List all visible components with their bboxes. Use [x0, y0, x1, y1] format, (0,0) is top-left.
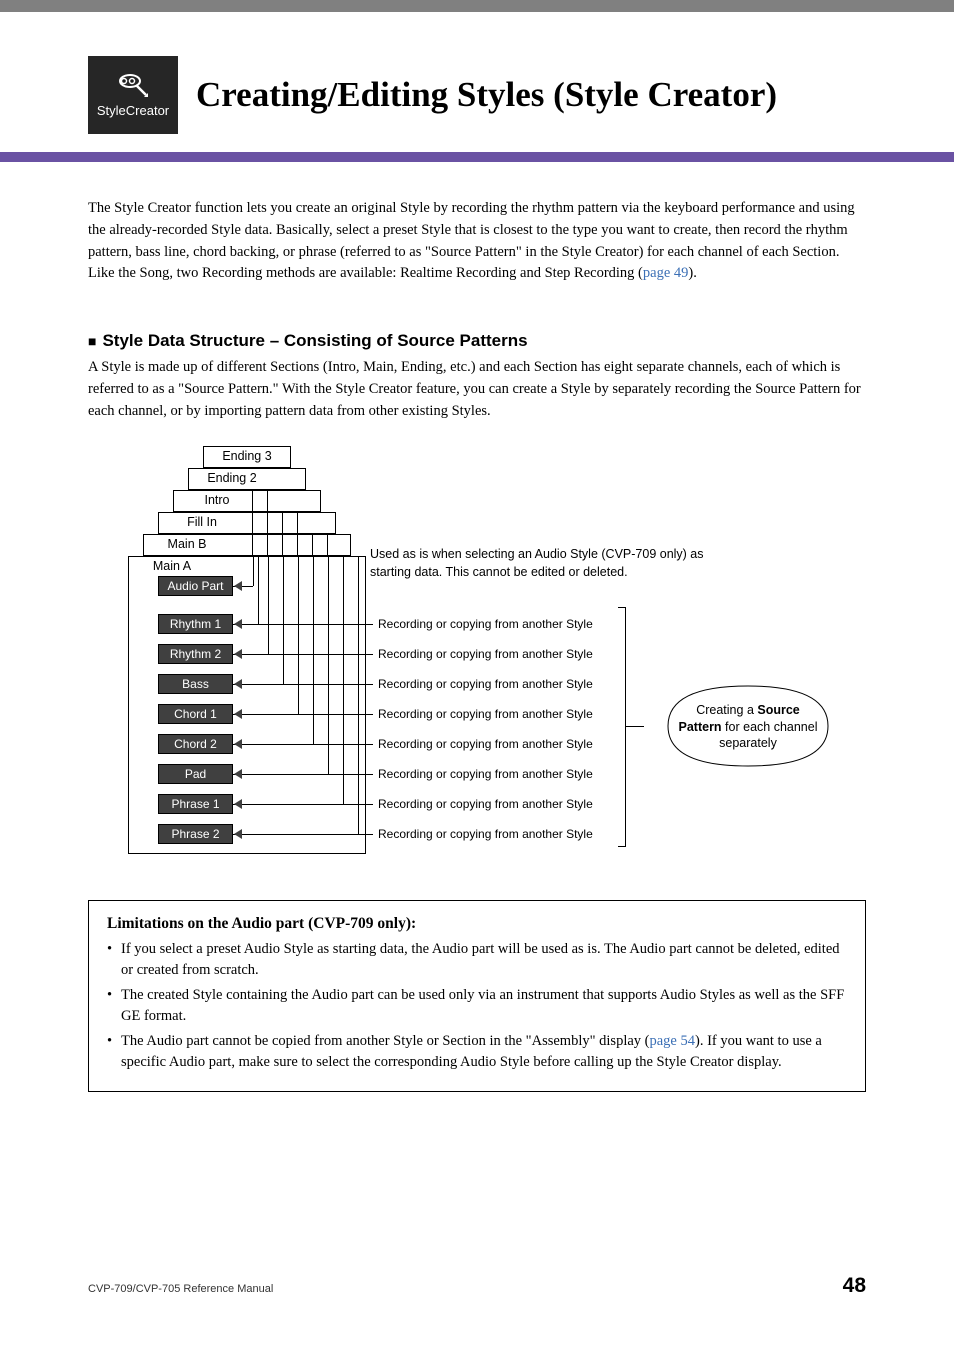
rec-label-5: Recording or copying from another Style: [378, 737, 593, 751]
partition-line: [297, 512, 298, 556]
limitations-box: Limitations on the Audio part (CVP-709 o…: [88, 900, 866, 1092]
connector: [253, 556, 254, 586]
arrow-line: [243, 624, 373, 625]
connector: [358, 556, 359, 834]
connector: [258, 556, 259, 624]
page-49-link[interactable]: page 49: [643, 265, 689, 281]
label-ending3: Ending 3: [203, 449, 291, 463]
bracket-tick: [626, 726, 644, 727]
style-creator-badge: StyleCreator: [88, 56, 178, 134]
rec-label-3: Recording or copying from another Style: [378, 677, 593, 691]
lim-text: If you select a preset Audio Style as st…: [121, 941, 840, 978]
rec-label-1: Recording or copying from another Style: [378, 617, 593, 631]
channel-rhythm2: Rhythm 2: [158, 644, 233, 664]
rec-label-6: Recording or copying from another Style: [378, 767, 593, 781]
rec-label-2: Recording or copying from another Style: [378, 647, 593, 661]
under-bar: [0, 12, 954, 50]
intro-text-before: The Style Creator function lets you crea…: [88, 200, 855, 281]
arrow-line: [243, 654, 373, 655]
connector: [328, 556, 329, 774]
ellipse-b1: Source: [757, 703, 799, 717]
arrow-icon: [234, 829, 242, 839]
arrow-icon: [234, 769, 242, 779]
limitations-title: Limitations on the Audio part (CVP-709 o…: [107, 915, 847, 933]
connector: [313, 556, 314, 744]
connector: [343, 556, 344, 804]
content-area: The Style Creator function lets you crea…: [0, 162, 954, 1092]
partition-line: [282, 512, 283, 556]
channel-pad: Pad: [158, 764, 233, 784]
rec-label-7: Recording or copying from another Style: [378, 797, 593, 811]
limitation-item-3: The Audio part cannot be copied from ano…: [107, 1031, 847, 1073]
label-mainb: Main B: [143, 537, 231, 551]
intro-paragraph: The Style Creator function lets you crea…: [88, 198, 866, 285]
intro-text-after: ).: [688, 265, 696, 281]
ellipse-t2: for each channel separately: [719, 720, 817, 750]
structure-paragraph: A Style is made up of different Sections…: [88, 357, 866, 422]
badge-label: StyleCreator: [97, 103, 169, 118]
label-ending2: Ending 2: [188, 471, 276, 485]
style-creator-icon: [118, 73, 148, 97]
channel-phrase1: Phrase 1: [158, 794, 233, 814]
rec-label-8: Recording or copying from another Style: [378, 827, 593, 841]
rec-label-4: Recording or copying from another Style: [378, 707, 593, 721]
heading-bullet: ■: [88, 333, 96, 349]
source-pattern-ellipse: Creating a Source Pattern for each chann…: [658, 676, 838, 779]
connector: [298, 556, 299, 714]
arrow-icon: [234, 799, 242, 809]
header: StyleCreator Creating/Editing Styles (St…: [0, 56, 954, 134]
partition-line: [327, 534, 328, 556]
channel-rhythm1: Rhythm 1: [158, 614, 233, 634]
channel-chord2: Chord 2: [158, 734, 233, 754]
audio-note-text: Used as is when selecting an Audio Style…: [370, 546, 710, 581]
partition-line: [252, 490, 253, 556]
arrow-icon: [234, 679, 242, 689]
arrow-line: [243, 804, 373, 805]
limitation-item-2: The created Style containing the Audio p…: [107, 985, 847, 1027]
footer-manual-name: CVP-709/CVP-705 Reference Manual: [88, 1283, 273, 1295]
bracket: [618, 607, 626, 847]
page-number: 48: [843, 1274, 866, 1298]
connector: [283, 556, 284, 684]
purple-divider: [0, 152, 954, 162]
ellipse-b2: Pattern: [679, 720, 722, 734]
arrow-icon: [234, 581, 242, 591]
structure-heading: ■ Style Data Structure – Consisting of So…: [88, 331, 866, 351]
arrow-icon: [234, 709, 242, 719]
footer: CVP-709/CVP-705 Reference Manual 48: [88, 1274, 866, 1298]
channel-chord1: Chord 1: [158, 704, 233, 724]
top-grey-bar: [0, 0, 954, 12]
channel-audio-part: Audio Part: [158, 576, 233, 596]
arrow-line: [243, 834, 373, 835]
connector: [268, 556, 269, 654]
style-structure-diagram: Ending 3 Ending 2 Intro Fill In Main B M…: [88, 446, 866, 866]
heading-text: Style Data Structure – Consisting of Sou…: [102, 331, 527, 350]
arrow-line: [243, 684, 373, 685]
lim-text-before: The Audio part cannot be copied from ano…: [121, 1033, 650, 1049]
label-fillin: Fill In: [158, 515, 246, 529]
label-intro: Intro: [173, 493, 261, 507]
ellipse-text: Creating a Source Pattern for each chann…: [658, 702, 838, 751]
partition-line: [312, 534, 313, 556]
arrow-icon: [234, 649, 242, 659]
limitation-item-1: If you select a preset Audio Style as st…: [107, 939, 847, 981]
page-54-link[interactable]: page 54: [650, 1033, 696, 1049]
channel-bass: Bass: [158, 674, 233, 694]
lim-text: The created Style containing the Audio p…: [121, 987, 844, 1024]
arrow-line: [243, 714, 373, 715]
partition-line: [267, 490, 268, 556]
page-title: Creating/Editing Styles (Style Creator): [196, 75, 777, 115]
arrow-line: [243, 744, 373, 745]
ellipse-t1: Creating a: [696, 703, 757, 717]
channel-phrase2: Phrase 2: [158, 824, 233, 844]
arrow-icon: [234, 739, 242, 749]
arrow-icon: [234, 619, 242, 629]
label-maina: Main A: [128, 559, 216, 573]
arrow-line: [243, 774, 373, 775]
